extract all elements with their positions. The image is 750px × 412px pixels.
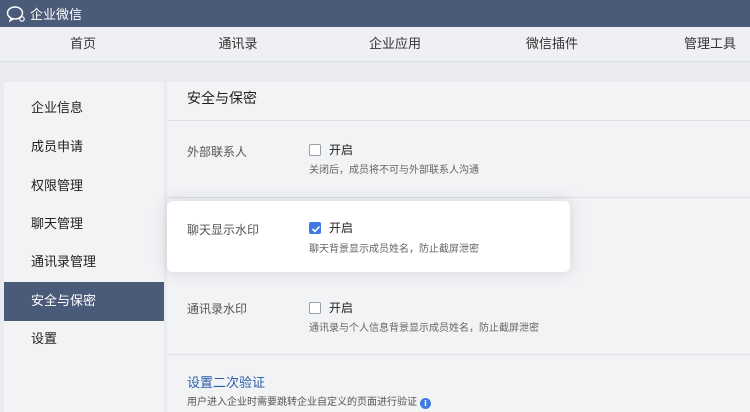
chat-bubbles-icon bbox=[6, 5, 25, 23]
info-icon[interactable]: i bbox=[420, 398, 431, 409]
external-contact-label: 外部联系人 bbox=[187, 145, 248, 159]
title-bar: 企业微信 bbox=[0, 0, 750, 27]
two-step-verification-desc: 用户进入企业时需要跳转企业自定义的页面进行验证 i bbox=[187, 396, 431, 410]
divider bbox=[167, 197, 750, 198]
external-contact-desc: 关闭后，成员将不可与外部联系人沟通 bbox=[309, 165, 479, 176]
contacts-watermark-checkbox-label[interactable]: 开启 bbox=[329, 300, 353, 316]
external-contact-checkbox-label[interactable]: 开启 bbox=[329, 142, 353, 158]
external-contact-checkbox[interactable] bbox=[309, 144, 321, 156]
checkmark-icon bbox=[311, 225, 321, 233]
nav-apps[interactable]: 企业应用 bbox=[369, 27, 421, 62]
sidebar: 企业信息 成员申请 权限管理 聊天管理 通讯录管理 安全与保密 设置 bbox=[4, 82, 164, 412]
sidebar-item-contacts-management[interactable]: 通讯录管理 bbox=[4, 243, 164, 282]
chat-watermark-label: 聊天显示水印 bbox=[187, 223, 260, 237]
nav-management-tools[interactable]: 管理工具 bbox=[684, 27, 736, 62]
sidebar-item-security[interactable]: 安全与保密 bbox=[4, 282, 164, 321]
top-nav: 首页 通讯录 企业应用 微信插件 管理工具 bbox=[0, 27, 750, 62]
app-title: 企业微信 bbox=[30, 8, 83, 23]
chat-watermark-card: 聊天显示水印 开启 聊天背景显示成员姓名，防止截屏泄密 bbox=[167, 201, 570, 272]
chat-watermark-checkbox[interactable] bbox=[309, 222, 321, 234]
page-title: 安全与保密 bbox=[187, 91, 257, 107]
sidebar-item-company-info[interactable]: 企业信息 bbox=[4, 89, 164, 128]
contacts-watermark-checkbox[interactable] bbox=[309, 302, 321, 314]
two-step-verification-desc-text: 用户进入企业时需要跳转企业自定义的页面进行验证 bbox=[187, 397, 417, 408]
sidebar-item-permissions[interactable]: 权限管理 bbox=[4, 167, 164, 206]
divider bbox=[167, 120, 750, 121]
chat-watermark-checkbox-label[interactable]: 开启 bbox=[329, 220, 353, 236]
two-step-verification-link[interactable]: 设置二次验证 bbox=[187, 375, 265, 393]
nav-wechat-plugin[interactable]: 微信插件 bbox=[526, 27, 578, 62]
chat-watermark-desc: 聊天背景显示成员姓名，防止截屏泄密 bbox=[309, 244, 479, 255]
sidebar-item-settings[interactable]: 设置 bbox=[4, 320, 164, 359]
divider bbox=[167, 354, 750, 355]
sidebar-item-member-applications[interactable]: 成员申请 bbox=[4, 128, 164, 167]
nav-contacts[interactable]: 通讯录 bbox=[218, 27, 257, 62]
nav-home[interactable]: 首页 bbox=[70, 27, 96, 62]
contacts-watermark-label: 通讯录水印 bbox=[187, 302, 248, 316]
sidebar-item-chat-management[interactable]: 聊天管理 bbox=[4, 205, 164, 244]
contacts-watermark-desc: 通讯录与个人信息背景显示成员姓名，防止截屏泄密 bbox=[309, 323, 539, 334]
